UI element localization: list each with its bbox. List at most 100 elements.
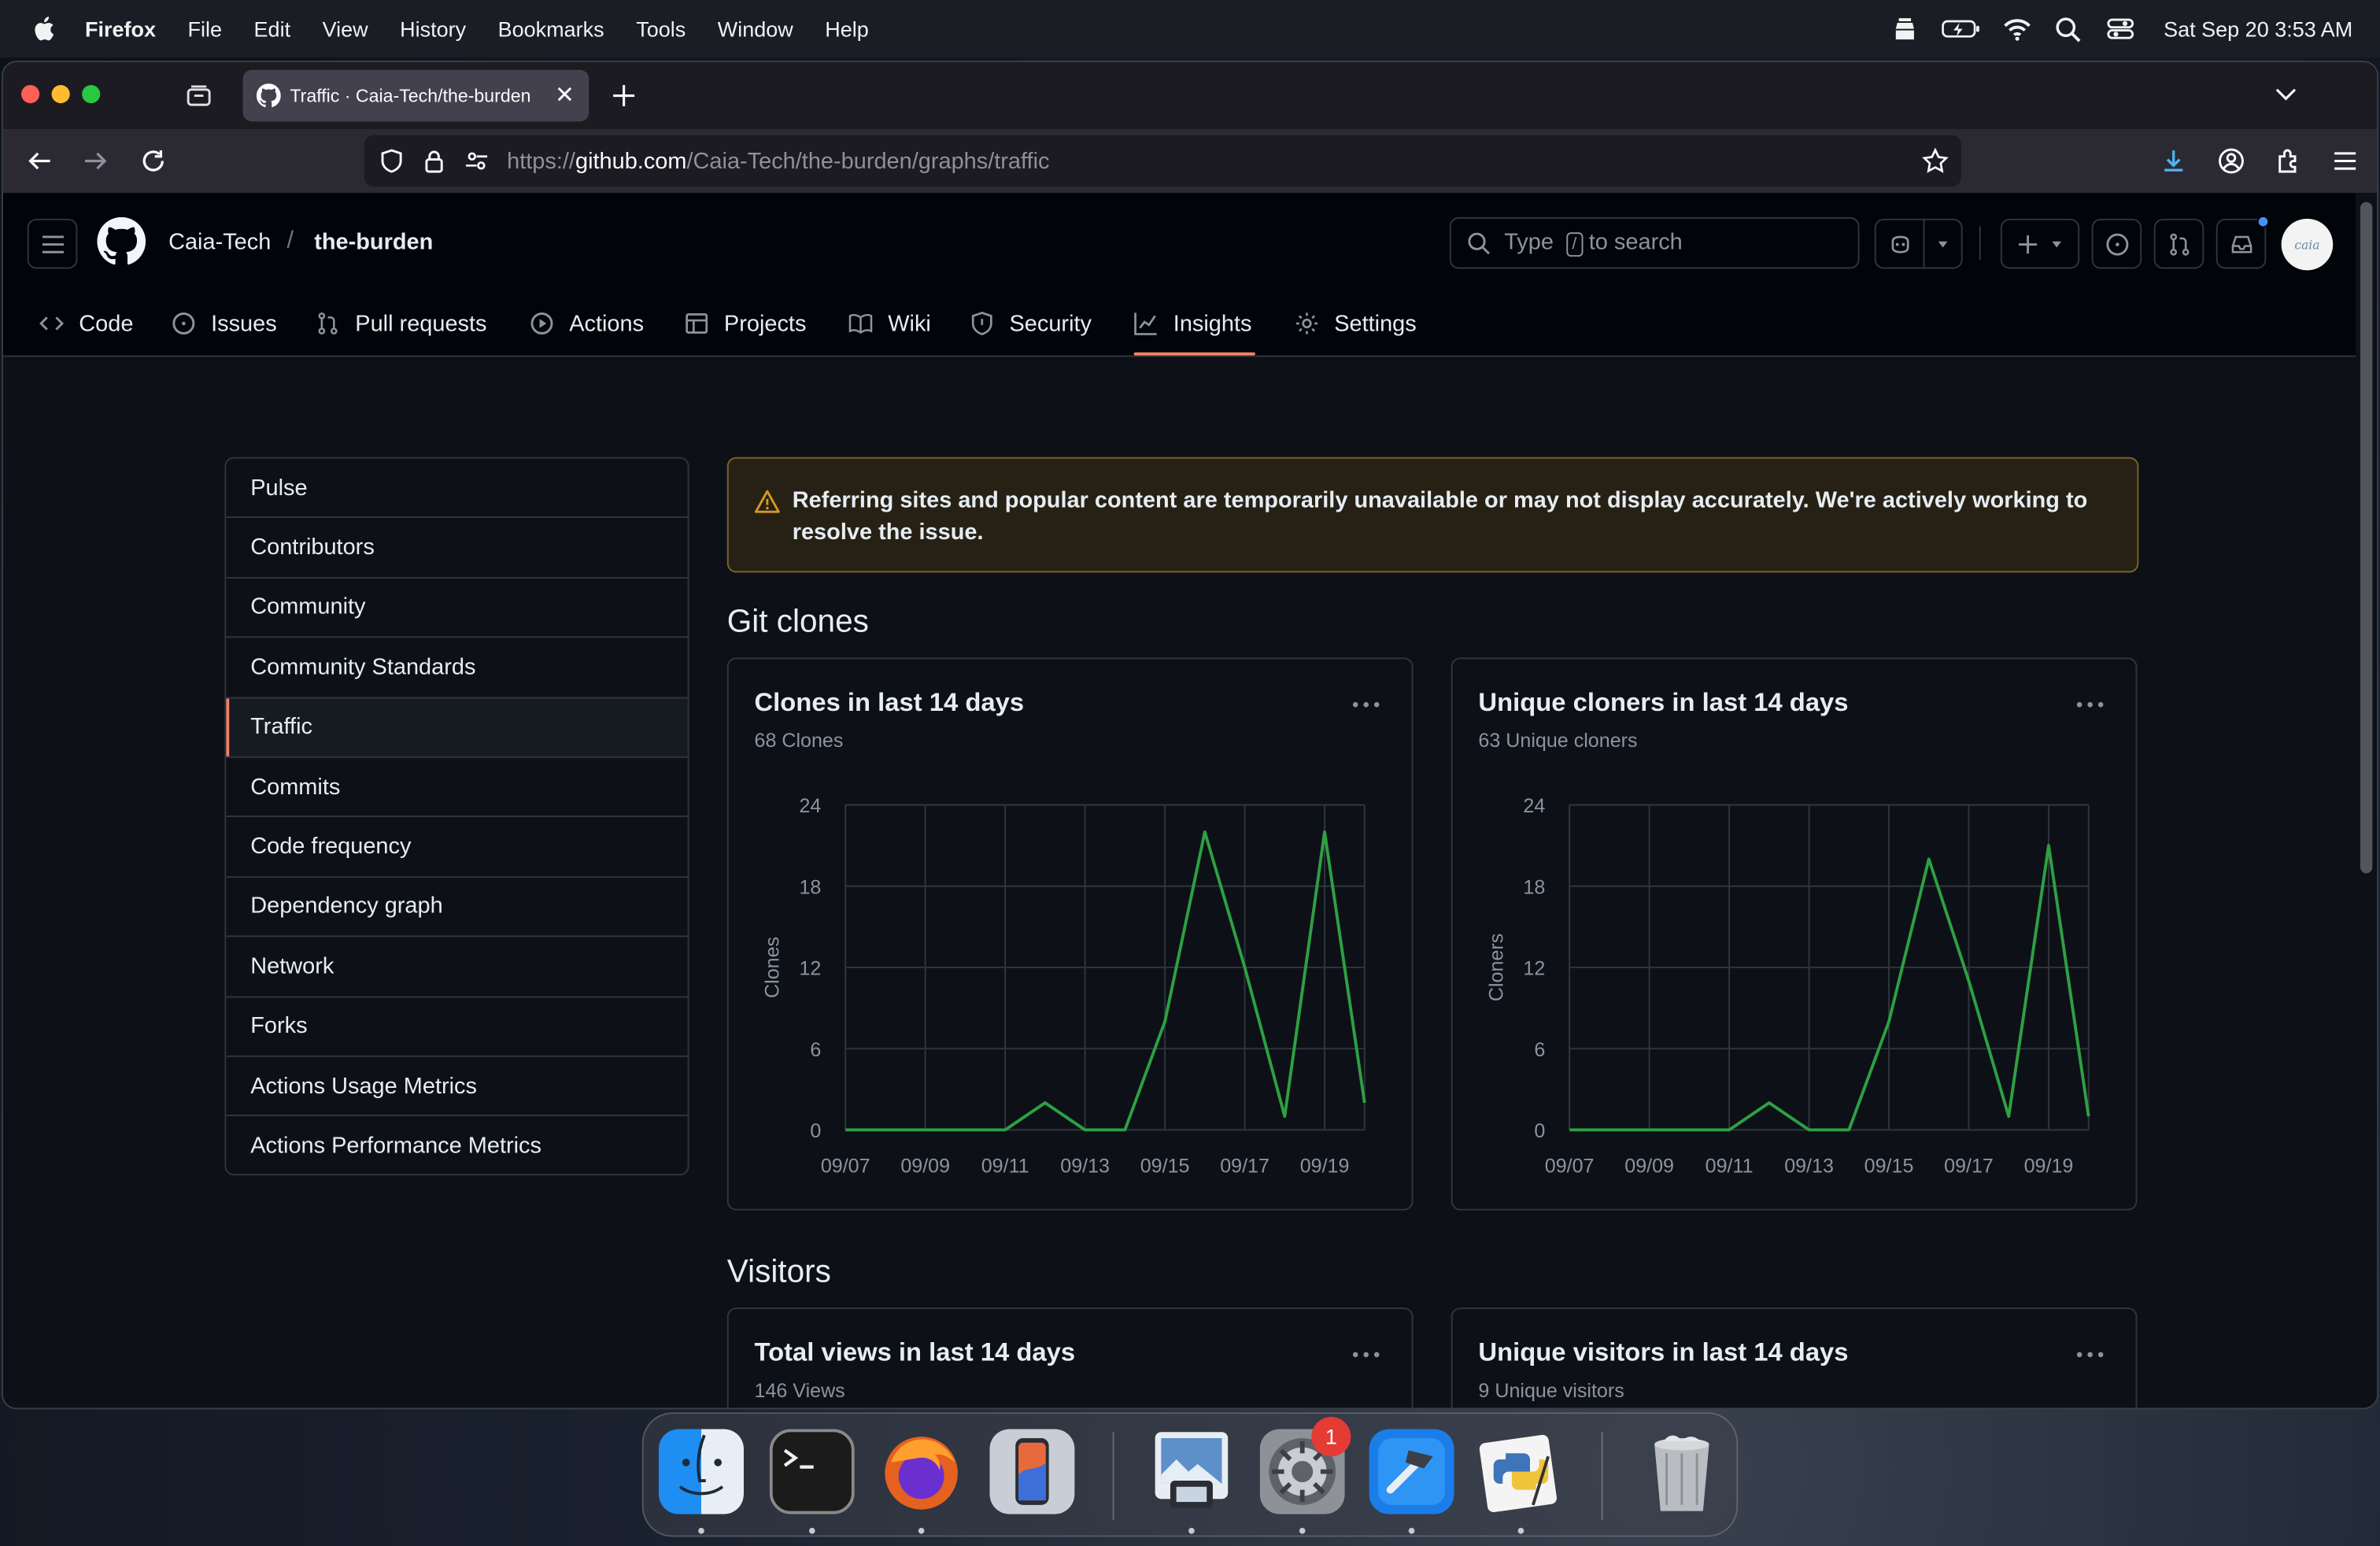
search-placeholder: Type / to search <box>1504 229 1683 257</box>
global-nav-menu-button[interactable] <box>27 218 78 269</box>
terminal-icon[interactable] <box>769 1429 855 1515</box>
running-indicator <box>698 1527 704 1534</box>
menu-help[interactable]: Help <box>825 17 869 41</box>
sidebar-item-dependency-graph[interactable]: Dependency graph <box>226 878 688 938</box>
forward-arrow-icon[interactable] <box>82 147 109 175</box>
sidebar-item-actions-usage-metrics[interactable]: Actions Usage Metrics <box>226 1057 688 1117</box>
views-card-subtitle: 146 Views <box>754 1378 845 1402</box>
pull-requests-button[interactable] <box>2153 218 2204 269</box>
permissions-icon[interactable] <box>464 149 489 173</box>
wifi-icon[interactable] <box>2003 15 2034 43</box>
menu-file[interactable]: File <box>188 17 223 41</box>
bookmark-star-icon[interactable] <box>1922 147 1949 175</box>
sidebar-item-commits[interactable]: Commits <box>226 758 688 818</box>
github-logo-icon[interactable] <box>97 216 146 266</box>
list-all-tabs-icon[interactable] <box>2274 82 2298 106</box>
dock-separator <box>1601 1432 1603 1521</box>
tab-insights[interactable]: Insights <box>1134 296 1252 350</box>
tab-insights-label: Insights <box>1173 310 1252 337</box>
xcode-icon[interactable] <box>1369 1429 1454 1515</box>
x-tick-label: 09/19 <box>1300 1155 1350 1177</box>
sidebar-item-pulse[interactable]: Pulse <box>226 459 688 519</box>
reload-icon[interactable] <box>139 147 167 175</box>
sidebar-item-traffic[interactable]: Traffic <box>226 697 688 758</box>
running-indicator <box>1299 1527 1306 1534</box>
finder-icon[interactable] <box>658 1429 744 1515</box>
dock-separator <box>1112 1432 1114 1521</box>
trash-icon[interactable] <box>1639 1429 1724 1514</box>
page-scrollbar-thumb[interactable] <box>2360 202 2373 874</box>
preview-icon[interactable] <box>1149 1429 1234 1514</box>
tab-code[interactable]: Code <box>39 296 133 350</box>
sidebar-item-code-frequency[interactable]: Code frequency <box>226 818 688 878</box>
python-launcher-icon[interactable] <box>1478 1429 1563 1514</box>
tracking-protection-shield-icon[interactable] <box>379 149 404 173</box>
tab-issues[interactable]: Issues <box>172 296 277 350</box>
window-close-button[interactable] <box>20 85 40 104</box>
tab-wiki[interactable]: Wiki <box>848 296 931 350</box>
tab-manager-icon[interactable] <box>185 82 213 109</box>
three-bars-icon <box>42 235 64 253</box>
extensions-icon[interactable] <box>2275 147 2303 175</box>
sidebar-item-contributors[interactable]: Contributors <box>226 519 688 579</box>
new-tab-icon[interactable] <box>610 82 638 109</box>
address-bar[interactable]: https://github.com/Caia-Tech/the-burden/… <box>364 135 1961 187</box>
tab-traffic[interactable]: Traffic · Caia-Tech/the-burden <box>242 69 589 122</box>
kebab-horizontal-icon[interactable] <box>1351 693 1381 717</box>
close-tab-icon[interactable] <box>554 83 575 105</box>
create-new-button[interactable] <box>2000 218 2080 269</box>
spotlight-search-icon[interactable] <box>2054 15 2085 43</box>
tab-pull-requests[interactable]: Pull requests <box>316 296 487 350</box>
insights-sidebar: Pulse Contributors Community Community S… <box>224 457 689 1176</box>
menu-window[interactable]: Window <box>718 17 793 41</box>
back-arrow-icon[interactable] <box>26 147 54 175</box>
clones-card-subtitle: 68 Clones <box>754 729 844 752</box>
tab-security[interactable]: Security <box>970 296 1092 350</box>
sidebar-item-forks[interactable]: Forks <box>226 997 688 1057</box>
sidebar-item-community-standards[interactable]: Community Standards <box>226 638 688 698</box>
battery-icon[interactable] <box>1942 15 1982 43</box>
breadcrumb-owner-link[interactable]: Caia-Tech <box>168 229 271 255</box>
issues-button[interactable] <box>2091 218 2142 269</box>
hamburger-menu-icon[interactable] <box>2331 147 2359 175</box>
x-tick-label: 09/17 <box>1220 1155 1269 1177</box>
kebab-horizontal-icon[interactable] <box>1351 1342 1381 1367</box>
firefox-icon[interactable] <box>879 1429 964 1514</box>
kebab-horizontal-icon[interactable] <box>2075 693 2105 717</box>
sidebar-item-community[interactable]: Community <box>226 579 688 638</box>
url-text[interactable]: https://github.com/Caia-Tech/the-burden/… <box>507 148 1049 174</box>
breadcrumb-repo-link[interactable]: the-burden <box>314 229 433 255</box>
account-icon[interactable] <box>2218 147 2245 175</box>
y-tick-label: 18 <box>1523 876 1545 898</box>
menu-view[interactable]: View <box>323 17 368 41</box>
app-menu-firefox[interactable]: Firefox <box>85 17 156 41</box>
user-avatar[interactable]: caia <box>2281 218 2334 271</box>
menu-tools[interactable]: Tools <box>636 17 686 41</box>
window-minimize-button[interactable] <box>51 85 70 104</box>
menu-history[interactable]: History <box>400 17 466 41</box>
search-input[interactable]: Type / to search <box>1449 216 1860 269</box>
iphone-mirroring-icon[interactable] <box>989 1429 1075 1515</box>
window-zoom-button[interactable] <box>82 85 101 104</box>
accessibility-icon[interactable] <box>1890 15 1921 43</box>
avatar-text: caia <box>2294 237 2320 252</box>
menu-edit[interactable]: Edit <box>254 17 291 41</box>
series-line <box>845 830 1366 1132</box>
sidebar-item-network[interactable]: Network <box>226 938 688 997</box>
downloads-icon[interactable] <box>2160 147 2187 175</box>
kebab-horizontal-icon[interactable] <box>2075 1342 2105 1367</box>
tab-actions[interactable]: Actions <box>530 296 644 350</box>
tab-projects[interactable]: Projects <box>685 296 806 350</box>
control-center-icon[interactable] <box>2106 15 2137 43</box>
apple-menu-icon[interactable] <box>31 15 55 43</box>
sidebar-item-actions-performance-metrics[interactable]: Actions Performance Metrics <box>226 1117 687 1174</box>
copilot-button[interactable] <box>1874 218 1963 269</box>
visitors-card-subtitle: 9 Unique visitors <box>1478 1378 1624 1402</box>
tab-settings[interactable]: Settings <box>1295 296 1417 350</box>
y-tick-label: 0 <box>1534 1120 1545 1142</box>
y-tick-label: 12 <box>1523 958 1545 980</box>
menu-bookmarks[interactable]: Bookmarks <box>498 17 604 41</box>
lock-icon[interactable] <box>422 149 446 173</box>
search-shortcut-key: / <box>1565 232 1584 257</box>
menubar-clock[interactable]: Sat Sep 20 3:53 AM <box>2164 17 2352 41</box>
